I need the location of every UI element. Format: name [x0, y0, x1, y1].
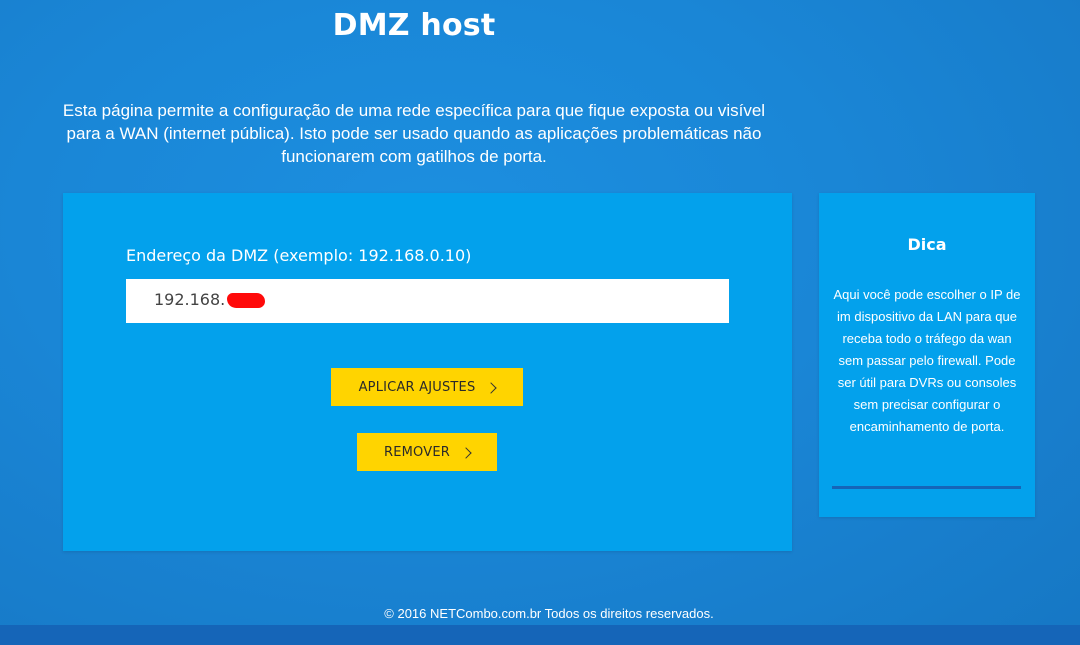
tip-panel: Dica Aqui você pode escolher o IP de im … [819, 193, 1035, 517]
apply-settings-button[interactable]: APLICAR AJUSTES [331, 368, 523, 406]
bottom-bar [0, 625, 1080, 645]
chevron-right-icon [460, 446, 472, 459]
tip-title: Dica [907, 235, 947, 254]
tip-text: Aqui você pode escolher o IP de im dispo… [833, 287, 1021, 434]
description-line-3: funcionarem com gatilhos de porta. [281, 147, 547, 166]
footer-copyright: © 2016 NETCombo.com.br Todos os direitos… [384, 606, 714, 621]
chevron-right-icon [485, 381, 498, 394]
tip-divider [832, 486, 1021, 489]
page-title: DMZ host [332, 8, 496, 43]
apply-settings-label: APLICAR AJUSTES [358, 379, 476, 395]
remove-button[interactable]: REMOVER [357, 433, 497, 471]
description-line-1: Esta página permite a configuração de um… [62, 101, 766, 120]
redaction-mark [227, 293, 265, 308]
page-description: Esta página permite a configuração de um… [30, 99, 798, 168]
dmz-address-field[interactable] [126, 279, 729, 323]
remove-label: REMOVER [383, 444, 450, 460]
description-line-2: para a WAN (internet pública). Isto pode… [66, 124, 762, 143]
dmz-settings-panel: Endereço da DMZ (exemplo: 192.168.0.10) … [63, 193, 792, 551]
dmz-address-label: Endereço da DMZ (exemplo: 192.168.0.10) [126, 246, 472, 265]
